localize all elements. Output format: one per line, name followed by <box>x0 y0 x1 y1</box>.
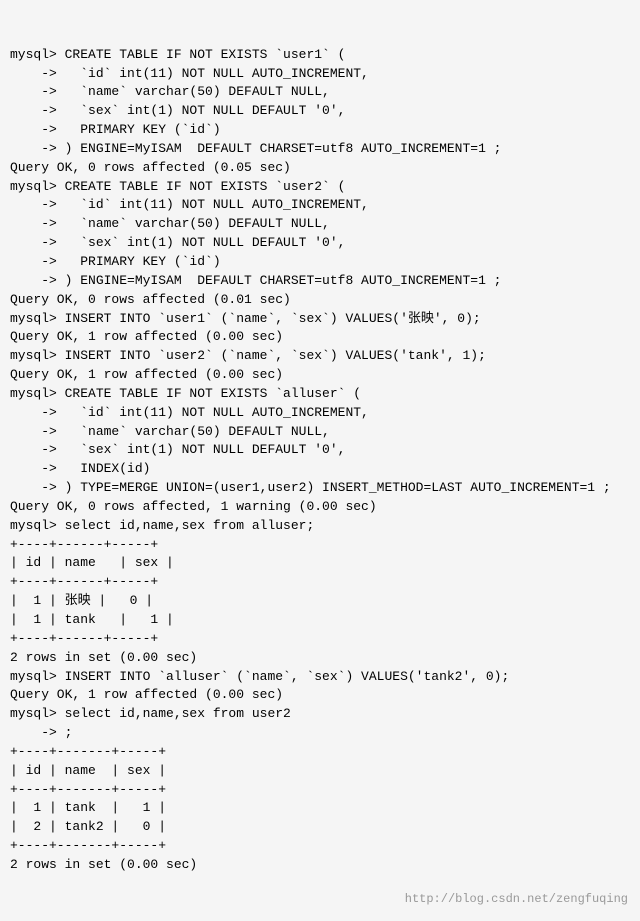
terminal-line: -> PRIMARY KEY (`id`) <box>10 121 630 140</box>
terminal-line: mysql> select id,name,sex from alluser; <box>10 517 630 536</box>
terminal-line: -> ) TYPE=MERGE UNION=(user1,user2) INSE… <box>10 479 630 498</box>
terminal-line: -> PRIMARY KEY (`id`) <box>10 253 630 272</box>
terminal-line: mysql> INSERT INTO `alluser` (`name`, `s… <box>10 668 630 687</box>
terminal-line: Query OK, 1 row affected (0.00 sec) <box>10 686 630 705</box>
terminal-line: +----+------+-----+ <box>10 536 630 555</box>
terminal-line: Query OK, 0 rows affected (0.05 sec) <box>10 159 630 178</box>
terminal-line: -> `sex` int(1) NOT NULL DEFAULT '0', <box>10 441 630 460</box>
terminal-line: -> `name` varchar(50) DEFAULT NULL, <box>10 215 630 234</box>
terminal-line: -> ) ENGINE=MyISAM DEFAULT CHARSET=utf8 … <box>10 140 630 159</box>
terminal-line: -> ; <box>10 724 630 743</box>
terminal-line: | id | name | sex | <box>10 762 630 781</box>
terminal-line: +----+-------+-----+ <box>10 781 630 800</box>
terminal-line: | 2 | tank2 | 0 | <box>10 818 630 837</box>
terminal-line: mysql> INSERT INTO `user1` (`name`, `sex… <box>10 310 630 329</box>
terminal-line: -> `id` int(11) NOT NULL AUTO_INCREMENT, <box>10 196 630 215</box>
terminal-line: | 1 | tank | 1 | <box>10 611 630 630</box>
terminal-line: mysql> CREATE TABLE IF NOT EXISTS `allus… <box>10 385 630 404</box>
terminal-line: | id | name | sex | <box>10 554 630 573</box>
terminal-line: -> ) ENGINE=MyISAM DEFAULT CHARSET=utf8 … <box>10 272 630 291</box>
terminal-line: +----+-------+-----+ <box>10 837 630 856</box>
terminal-line: mysql> CREATE TABLE IF NOT EXISTS `user2… <box>10 178 630 197</box>
terminal-line: Query OK, 1 row affected (0.00 sec) <box>10 366 630 385</box>
terminal-line: -> `name` varchar(50) DEFAULT NULL, <box>10 423 630 442</box>
terminal-line: Query OK, 1 row affected (0.00 sec) <box>10 328 630 347</box>
terminal-content: mysql> CREATE TABLE IF NOT EXISTS `user1… <box>10 46 630 875</box>
watermark: http://blog.csdn.net/zengfuqing <box>405 891 628 908</box>
terminal-line: -> `sex` int(1) NOT NULL DEFAULT '0', <box>10 234 630 253</box>
terminal-line: +----+------+-----+ <box>10 573 630 592</box>
terminal-line: +----+------+-----+ <box>10 630 630 649</box>
terminal-line: +----+-------+-----+ <box>10 743 630 762</box>
terminal-line: -> `id` int(11) NOT NULL AUTO_INCREMENT, <box>10 65 630 84</box>
terminal-line: -> INDEX(id) <box>10 460 630 479</box>
terminal-line: Query OK, 0 rows affected (0.01 sec) <box>10 291 630 310</box>
terminal-line: mysql> INSERT INTO `user2` (`name`, `sex… <box>10 347 630 366</box>
terminal-line: | 1 | 张映 | 0 | <box>10 592 630 611</box>
terminal-window: mysql> CREATE TABLE IF NOT EXISTS `user1… <box>0 0 640 921</box>
terminal-line: 2 rows in set (0.00 sec) <box>10 649 630 668</box>
terminal-line: | 1 | tank | 1 | <box>10 799 630 818</box>
terminal-line: -> `name` varchar(50) DEFAULT NULL, <box>10 83 630 102</box>
terminal-line: mysql> CREATE TABLE IF NOT EXISTS `user1… <box>10 46 630 65</box>
terminal-line: 2 rows in set (0.00 sec) <box>10 856 630 875</box>
terminal-line: Query OK, 0 rows affected, 1 warning (0.… <box>10 498 630 517</box>
terminal-line: -> `sex` int(1) NOT NULL DEFAULT '0', <box>10 102 630 121</box>
terminal-line: -> `id` int(11) NOT NULL AUTO_INCREMENT, <box>10 404 630 423</box>
